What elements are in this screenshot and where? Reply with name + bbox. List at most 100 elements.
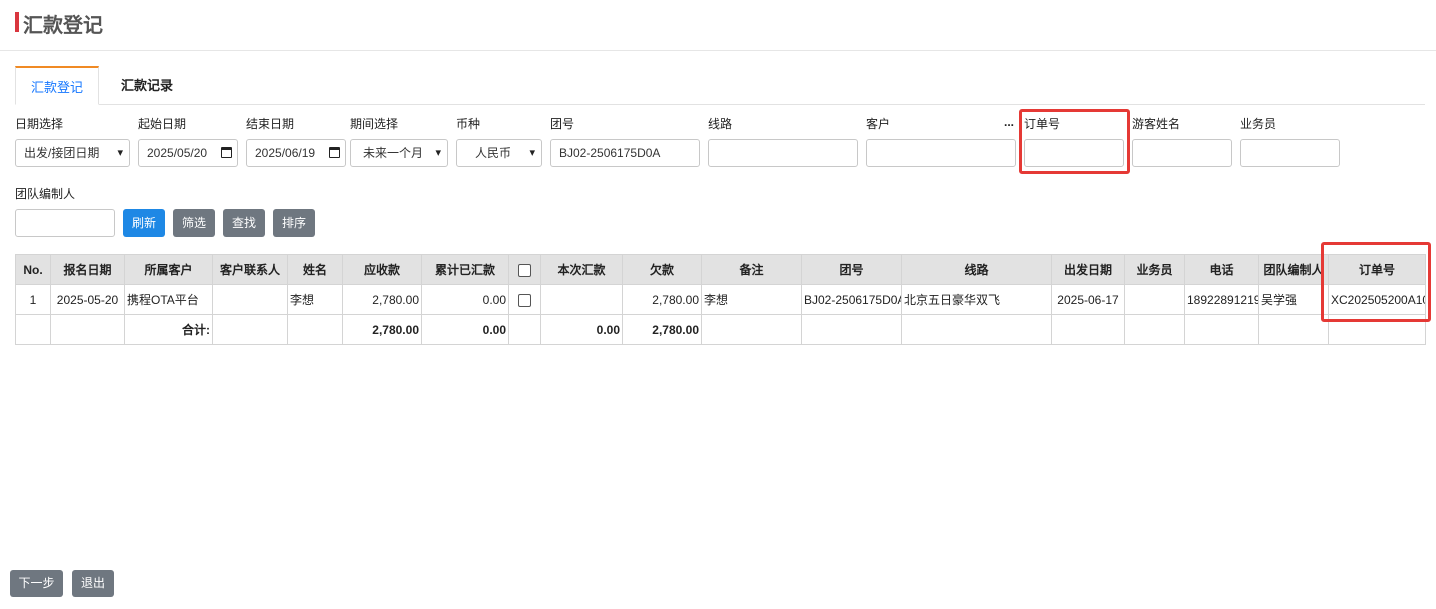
col-header-name[interactable]: 姓名 [287,254,343,285]
order-no-input[interactable] [1024,139,1124,167]
checkbox[interactable] [518,293,531,307]
date-select-label: 日期选择 [15,117,64,131]
col-header-signup-date[interactable]: 报名日期 [50,254,125,285]
filter-button[interactable]: 筛选 [173,209,215,237]
total-empty-cell [801,314,902,345]
page-title: 汇款登记 [23,15,103,37]
total-receivable: 2,780.00 [342,314,422,345]
page-header: 汇款登记 [0,0,1436,51]
total-empty-cell [1124,314,1185,345]
col-header-no[interactable]: No. [15,254,51,285]
salesperson-input[interactable] [1240,139,1340,167]
col-header-group-no[interactable]: 团号 [801,254,902,285]
date-select-value: 出发/接团日期 [24,146,100,160]
start-date-label: 起始日期 [138,117,187,131]
route-label: 线路 [708,117,733,131]
start-date-input[interactable]: 2025/05/20 [138,139,238,167]
currency-dropdown[interactable]: 人民币 [456,139,542,167]
sort-button[interactable]: 排序 [273,209,315,237]
total-empty-cell [1184,314,1259,345]
total-debt: 2,780.00 [622,314,702,345]
total-remitted: 0.00 [421,314,509,345]
col-header-phone[interactable]: 电话 [1184,254,1259,285]
col-header-contact[interactable]: 客户联系人 [212,254,288,285]
currency-value: 人民币 [474,146,511,160]
table-row[interactable]: 1 2025-05-20 携程OTA平台 李想 2,780.00 0.00 2,… [15,284,1426,315]
period-dropdown[interactable]: 未来一个月 [350,139,448,167]
cell-salesperson [1124,284,1185,315]
row-select-checkbox[interactable] [508,284,541,315]
col-header-receivable[interactable]: 应收款 [342,254,422,285]
cell-signup-date: 2025-05-20 [50,284,125,315]
salesperson-label: 业务员 [1240,117,1277,131]
cell-remark: 李想 [701,284,802,315]
refresh-button[interactable]: 刷新 [123,209,165,237]
calendar-icon[interactable] [221,147,232,158]
tab-bar: 汇款登记 汇款记录 [15,66,1425,105]
route-input[interactable] [708,139,858,167]
group-no-value: BJ02-2506175D0A [559,146,661,160]
group-no-label: 团号 [550,117,575,131]
col-header-route[interactable]: 线路 [901,254,1052,285]
total-empty-cell [212,314,288,345]
table-total-row: 合计: 2,780.00 0.00 0.00 2,780.00 [15,314,1426,345]
end-date-label: 结束日期 [246,117,295,131]
customer-more-icon[interactable]: ... [1004,115,1014,129]
total-empty-cell [1258,314,1329,345]
team-editor-input[interactable] [15,209,115,237]
total-current: 0.00 [540,314,623,345]
calendar-icon[interactable] [329,147,340,158]
start-date-value: 2025/05/20 [147,146,208,160]
col-header-customer[interactable]: 所属客户 [124,254,213,285]
table-header-row: No. 报名日期 所属客户 客户联系人 姓名 应收款 累计已汇款 本次汇款 欠款… [15,254,1426,285]
cell-group-no: BJ02-2506175D0A [801,284,902,315]
tourist-name-input[interactable] [1132,139,1232,167]
cell-route: 北京五日豪华双飞 [901,284,1052,315]
end-date-input[interactable]: 2025/06/19 [246,139,346,167]
total-empty-cell [1051,314,1125,345]
find-button[interactable]: 查找 [223,209,265,237]
exit-button[interactable]: 退出 [72,570,114,597]
total-empty-cell [901,314,1052,345]
cell-no: 1 [15,284,51,315]
title-accent-bar [15,12,19,32]
order-no-label: 订单号 [1024,117,1061,131]
tab-remittance-register[interactable]: 汇款登记 [15,66,99,105]
cell-current[interactable] [540,284,623,315]
cell-customer: 携程OTA平台 [124,284,213,315]
cell-receivable: 2,780.00 [342,284,422,315]
remittance-table: No. 报名日期 所属客户 客户联系人 姓名 应收款 累计已汇款 本次汇款 欠款… [15,254,1426,345]
col-header-remitted[interactable]: 累计已汇款 [421,254,509,285]
cell-order-no: XC202505200A10 [1328,284,1426,315]
cell-debt: 2,780.00 [622,284,702,315]
col-header-depart-date[interactable]: 出发日期 [1051,254,1125,285]
cell-phone: 18922891219 [1184,284,1259,315]
tab-remittance-records[interactable]: 汇款记录 [105,66,189,105]
total-empty-cell [287,314,343,345]
next-step-button[interactable]: 下一步 [10,570,63,597]
total-empty-cell [508,314,541,345]
col-header-team-editor[interactable]: 团队编制人 [1258,254,1329,285]
col-header-current[interactable]: 本次汇款 [540,254,623,285]
date-select-dropdown[interactable]: 出发/接团日期 [15,139,130,167]
cell-contact [212,284,288,315]
cell-team-editor: 吴学强 [1258,284,1329,315]
tourist-name-label: 游客姓名 [1132,117,1181,131]
customer-label: 客户 [866,117,891,131]
checkbox[interactable] [518,263,531,277]
group-no-input[interactable]: BJ02-2506175D0A [550,139,700,167]
period-value: 未来一个月 [362,146,423,160]
col-header-debt[interactable]: 欠款 [622,254,702,285]
cell-depart-date: 2025-06-17 [1051,284,1125,315]
col-header-salesperson[interactable]: 业务员 [1124,254,1185,285]
customer-input[interactable] [866,139,1016,167]
col-header-order-no[interactable]: 订单号 [1328,254,1426,285]
total-empty-cell [50,314,125,345]
currency-label: 币种 [456,117,481,131]
cell-name: 李想 [287,284,343,315]
total-empty-cell [701,314,802,345]
col-header-remark[interactable]: 备注 [701,254,802,285]
select-all-checkbox[interactable] [508,254,541,285]
period-label: 期间选择 [350,117,399,131]
total-label: 合计: [124,314,213,345]
